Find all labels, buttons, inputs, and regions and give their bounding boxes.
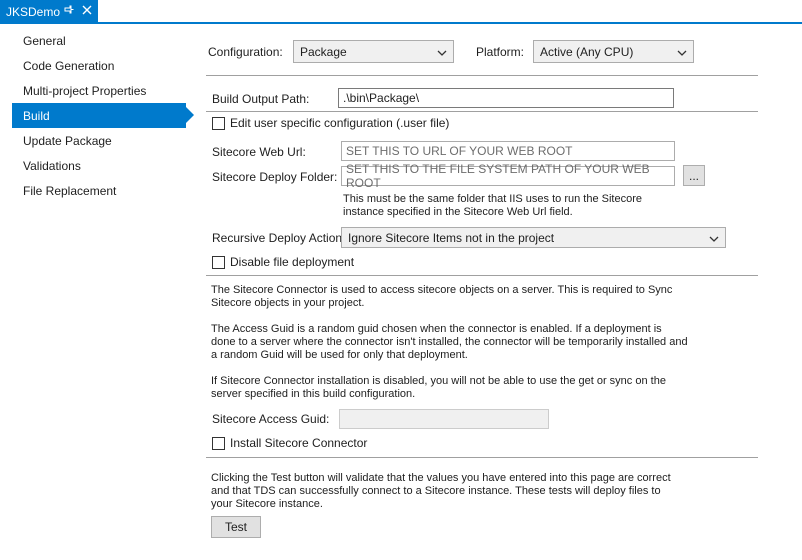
sidebar-item-file-replacement[interactable]: File Replacement: [12, 178, 190, 203]
sidebar-item-update-package[interactable]: Update Package: [12, 128, 190, 153]
sitecore-web-url-label: Sitecore Web Url:: [212, 145, 306, 159]
connector-disabled-description: If Sitecore Connector installation is di…: [211, 375, 666, 401]
properties-sidebar: General Code Generation Multi-project Pr…: [0, 24, 200, 560]
divider: [206, 275, 758, 276]
connector-disabled-description-line: If Sitecore Connector installation is di…: [211, 375, 666, 387]
divider: [206, 111, 758, 112]
connector-description-line: The Sitecore Connector is used to access…: [211, 284, 673, 296]
edit-user-config-checkbox[interactable]: [212, 117, 225, 130]
chevron-down-icon: [709, 233, 719, 243]
test-button[interactable]: Test: [211, 516, 261, 538]
recursive-deploy-label: Recursive Deploy Action:: [212, 231, 346, 245]
access-guid-description-line: done to a server where the connector isn…: [211, 336, 688, 348]
install-connector-checkbox[interactable]: [212, 437, 225, 450]
configuration-label: Configuration:: [208, 45, 283, 59]
document-tab[interactable]: JKSDemo: [0, 0, 98, 24]
platform-select[interactable]: Active (Any CPU): [533, 40, 694, 63]
sitecore-deploy-folder-input[interactable]: SET THIS TO THE FILE SYSTEM PATH OF YOUR…: [341, 162, 675, 190]
disable-file-deployment-checkbox[interactable]: [212, 256, 225, 269]
connector-description-line: Sitecore objects in your project.: [211, 297, 365, 309]
pin-icon[interactable]: [64, 4, 74, 19]
disable-file-deployment-label: Disable file deployment: [230, 255, 355, 269]
test-description-line: your Sitecore instance.: [211, 498, 323, 510]
access-guid-description-line: a random Guid will be used for only that…: [211, 349, 468, 361]
deploy-folder-note: This must be the same folder that IIS us…: [343, 193, 642, 219]
test-description-line: Clicking the Test button will validate t…: [211, 472, 671, 484]
chevron-down-icon: [677, 47, 687, 57]
sidebar-item-build[interactable]: Build: [12, 103, 194, 128]
divider: [206, 457, 758, 458]
sitecore-web-url-input[interactable]: SET THIS TO URL OF YOUR WEB ROOT: [341, 141, 675, 161]
connector-disabled-description-line: server specified in this build configura…: [211, 388, 416, 400]
edit-user-config-label: Edit user specific configuration (.user …: [230, 116, 450, 130]
test-description: Clicking the Test button will validate t…: [211, 472, 671, 511]
recursive-deploy-select[interactable]: Ignore Sitecore Items not in the project: [341, 227, 726, 248]
configuration-select-value: Package: [300, 44, 347, 59]
build-output-path-label: Build Output Path:: [212, 92, 310, 106]
access-guid-description-line: The Access Guid is a random guid chosen …: [211, 323, 662, 335]
configuration-select[interactable]: Package: [293, 40, 454, 63]
document-tab-title: JKSDemo: [6, 5, 61, 19]
test-description-line: and that TDS can successfully connect to…: [211, 485, 661, 497]
install-connector-label: Install Sitecore Connector: [230, 436, 368, 450]
sidebar-item-multi-project-properties[interactable]: Multi-project Properties: [12, 78, 190, 103]
platform-label: Platform:: [476, 45, 525, 59]
access-guid-input: [339, 409, 549, 429]
recursive-deploy-select-value: Ignore Sitecore Items not in the project: [348, 230, 555, 245]
deploy-folder-note-line: instance specified in the Sitecore Web U…: [343, 206, 573, 218]
sidebar-item-validations[interactable]: Validations: [12, 153, 190, 178]
sidebar-item-general[interactable]: General: [12, 28, 190, 53]
sidebar-item-code-generation[interactable]: Code Generation: [12, 53, 190, 78]
build-output-path-input[interactable]: .\bin\Package\: [338, 88, 674, 108]
access-guid-label: Sitecore Access Guid:: [212, 412, 330, 426]
document-tab-strip: JKSDemo: [0, 0, 802, 24]
close-icon[interactable]: [82, 3, 92, 18]
browse-folder-button[interactable]: ...: [683, 165, 705, 186]
access-guid-description: The Access Guid is a random guid chosen …: [211, 323, 688, 362]
sitecore-deploy-folder-label: Sitecore Deploy Folder:: [212, 170, 338, 184]
deploy-folder-note-line: This must be the same folder that IIS us…: [343, 193, 642, 205]
divider: [206, 75, 758, 76]
chevron-down-icon: [437, 47, 447, 57]
connector-description: The Sitecore Connector is used to access…: [211, 284, 672, 310]
platform-select-value: Active (Any CPU): [540, 44, 634, 59]
